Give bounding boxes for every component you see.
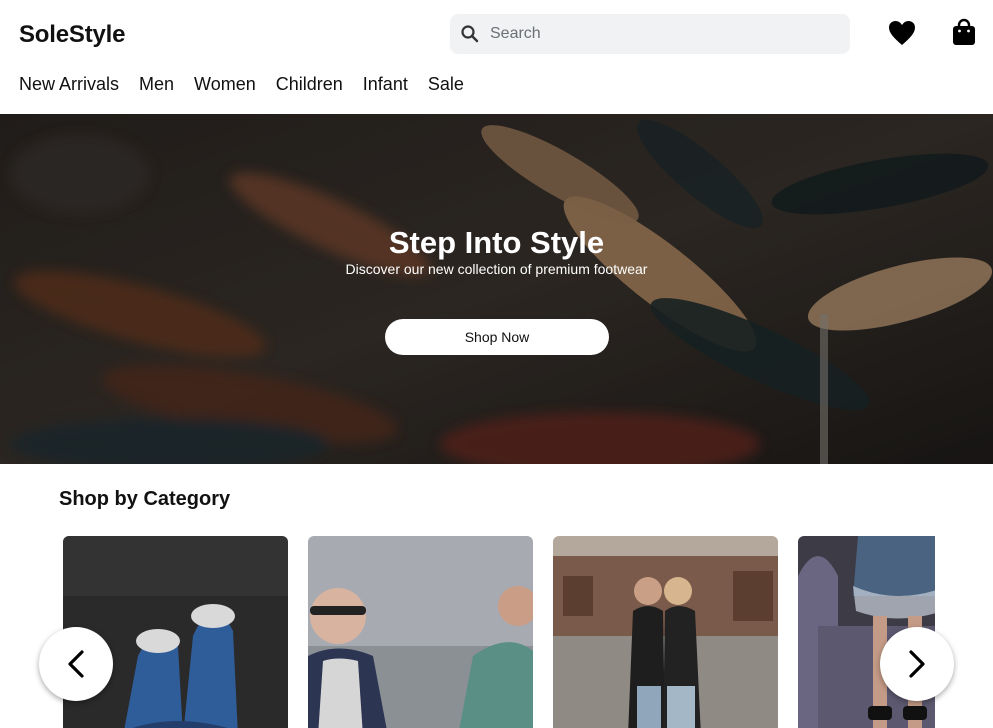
main-nav: New Arrivals Men Women Children Infant S… xyxy=(19,74,464,95)
category-card-image xyxy=(63,536,288,728)
search-input[interactable] xyxy=(490,14,840,54)
category-card[interactable] xyxy=(308,536,533,728)
search-icon xyxy=(461,25,479,43)
nav-item-new-arrivals[interactable]: New Arrivals xyxy=(19,74,119,95)
nav-item-children[interactable]: Children xyxy=(276,74,343,95)
category-section-title: Shop by Category xyxy=(59,488,231,510)
nav-item-women[interactable]: Women xyxy=(194,74,256,95)
hero-background-image xyxy=(0,114,993,464)
nav-item-sale[interactable]: Sale xyxy=(428,74,464,95)
carousel-next-button[interactable] xyxy=(880,627,954,701)
site-header: SoleStyle New Arrivals Men Women Childre… xyxy=(0,0,993,114)
nav-item-infant[interactable]: Infant xyxy=(363,74,408,95)
shopping-bag-icon[interactable] xyxy=(952,18,976,46)
category-card[interactable] xyxy=(63,536,288,728)
hero-subtitle: Discover our new collection of premium f… xyxy=(345,261,648,277)
chevron-left-icon xyxy=(68,650,84,678)
nav-item-men[interactable]: Men xyxy=(139,74,174,95)
site-logo[interactable]: SoleStyle xyxy=(19,21,125,49)
search-bar[interactable] xyxy=(450,14,850,54)
hero-title: Step Into Style xyxy=(388,225,605,260)
shop-now-button[interactable]: Shop Now xyxy=(385,319,609,355)
chevron-right-icon xyxy=(909,650,925,678)
category-card-image xyxy=(308,536,533,728)
category-card[interactable] xyxy=(553,536,778,728)
heart-icon[interactable] xyxy=(888,20,916,46)
category-card-image xyxy=(553,536,778,728)
carousel-prev-button[interactable] xyxy=(39,627,113,701)
category-carousel xyxy=(63,536,935,728)
hero-banner: Step Into Style Discover our new collect… xyxy=(0,114,993,464)
